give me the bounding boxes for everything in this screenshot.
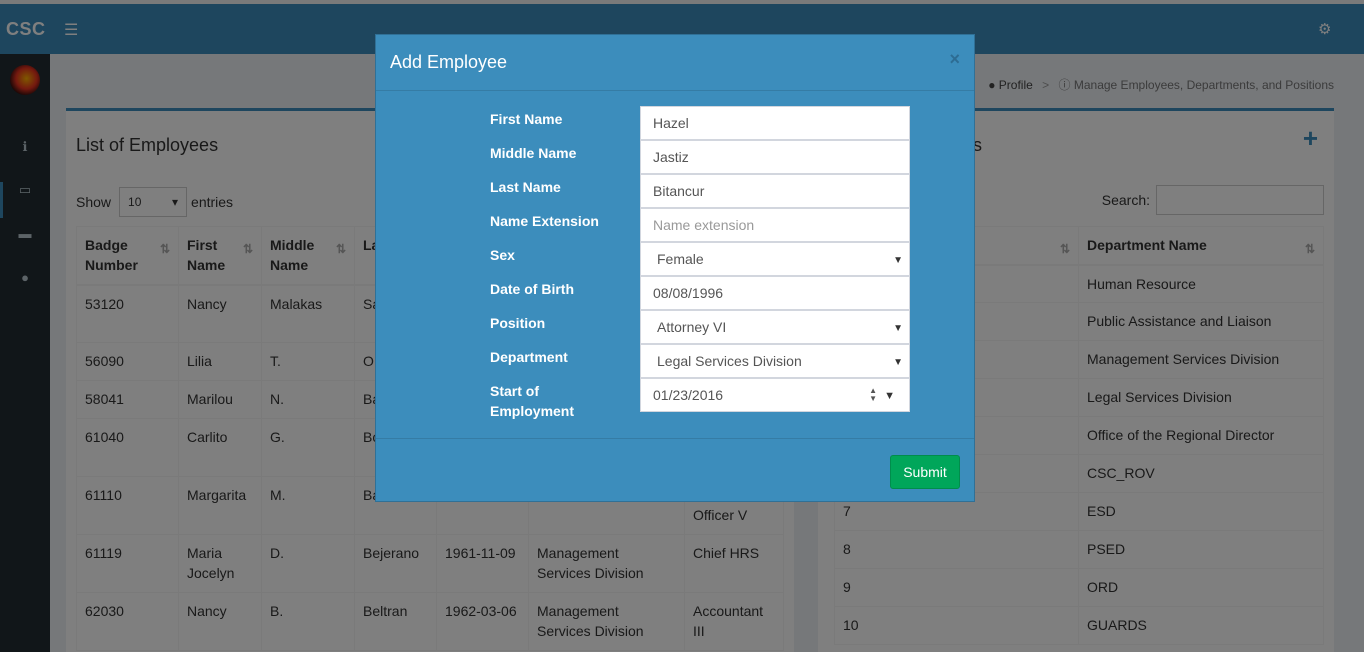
position-select[interactable]: Attorney VI ▼ bbox=[640, 310, 910, 344]
spinner-icon[interactable]: ▲ ▼ bbox=[869, 387, 877, 403]
middle-name-label: Middle Name bbox=[490, 145, 577, 161]
department-label: Department bbox=[490, 349, 568, 365]
dob-field[interactable]: 08/08/1996 bbox=[640, 276, 910, 310]
dob-label: Date of Birth bbox=[490, 281, 574, 297]
start-employment-value: 01/23/2016 bbox=[653, 387, 724, 403]
first-name-label: First Name bbox=[490, 111, 563, 127]
middle-name-row: Middle Name Jastiz bbox=[376, 140, 974, 174]
position-label: Position bbox=[490, 315, 546, 331]
last-name-row: Last Name Bitancur bbox=[376, 174, 974, 208]
position-row: Position Attorney VI ▼ bbox=[376, 310, 974, 344]
modal-header: Add Employee × bbox=[376, 35, 974, 91]
add-employee-modal: Add Employee × First Name Hazel Middle N… bbox=[375, 34, 975, 502]
first-name-row: First Name Hazel bbox=[376, 106, 974, 140]
submit-button[interactable]: Submit bbox=[890, 455, 960, 489]
start-employment-field[interactable]: 01/23/2016 ▲ ▼ ▼ bbox=[640, 378, 910, 412]
chevron-down-icon: ▼ bbox=[893, 323, 903, 334]
position-value: Attorney VI bbox=[657, 319, 727, 335]
modal-footer: Submit bbox=[376, 438, 974, 502]
close-icon[interactable]: × bbox=[949, 49, 960, 70]
middle-name-field[interactable]: Jastiz bbox=[640, 140, 910, 174]
first-name-field[interactable]: Hazel bbox=[640, 106, 910, 140]
name-extension-row: Name Extension Name extension bbox=[376, 208, 974, 242]
chevron-down-icon[interactable]: ▼ bbox=[884, 386, 895, 406]
chevron-down-icon: ▼ bbox=[893, 357, 903, 368]
sex-value: Female bbox=[657, 251, 704, 267]
start-employment-label: Start of Employment bbox=[490, 383, 575, 419]
dob-row: Date of Birth 08/08/1996 bbox=[376, 276, 974, 310]
department-select[interactable]: Legal Services Division ▼ bbox=[640, 344, 910, 378]
start-employment-row: Start of Employment 01/23/2016 ▲ ▼ ▼ bbox=[376, 378, 974, 419]
last-name-label: Last Name bbox=[490, 179, 561, 195]
sex-label: Sex bbox=[490, 247, 515, 263]
last-name-field[interactable]: Bitancur bbox=[640, 174, 910, 208]
modal-title: Add Employee bbox=[390, 52, 508, 72]
sex-select[interactable]: Female ▼ bbox=[640, 242, 910, 276]
name-extension-field[interactable]: Name extension bbox=[640, 208, 910, 242]
chevron-down-icon: ▼ bbox=[893, 255, 903, 266]
sex-row: Sex Female ▼ bbox=[376, 242, 974, 276]
department-row: Department Legal Services Division ▼ bbox=[376, 344, 974, 378]
department-value: Legal Services Division bbox=[657, 353, 802, 369]
name-extension-label: Name Extension bbox=[490, 213, 599, 229]
